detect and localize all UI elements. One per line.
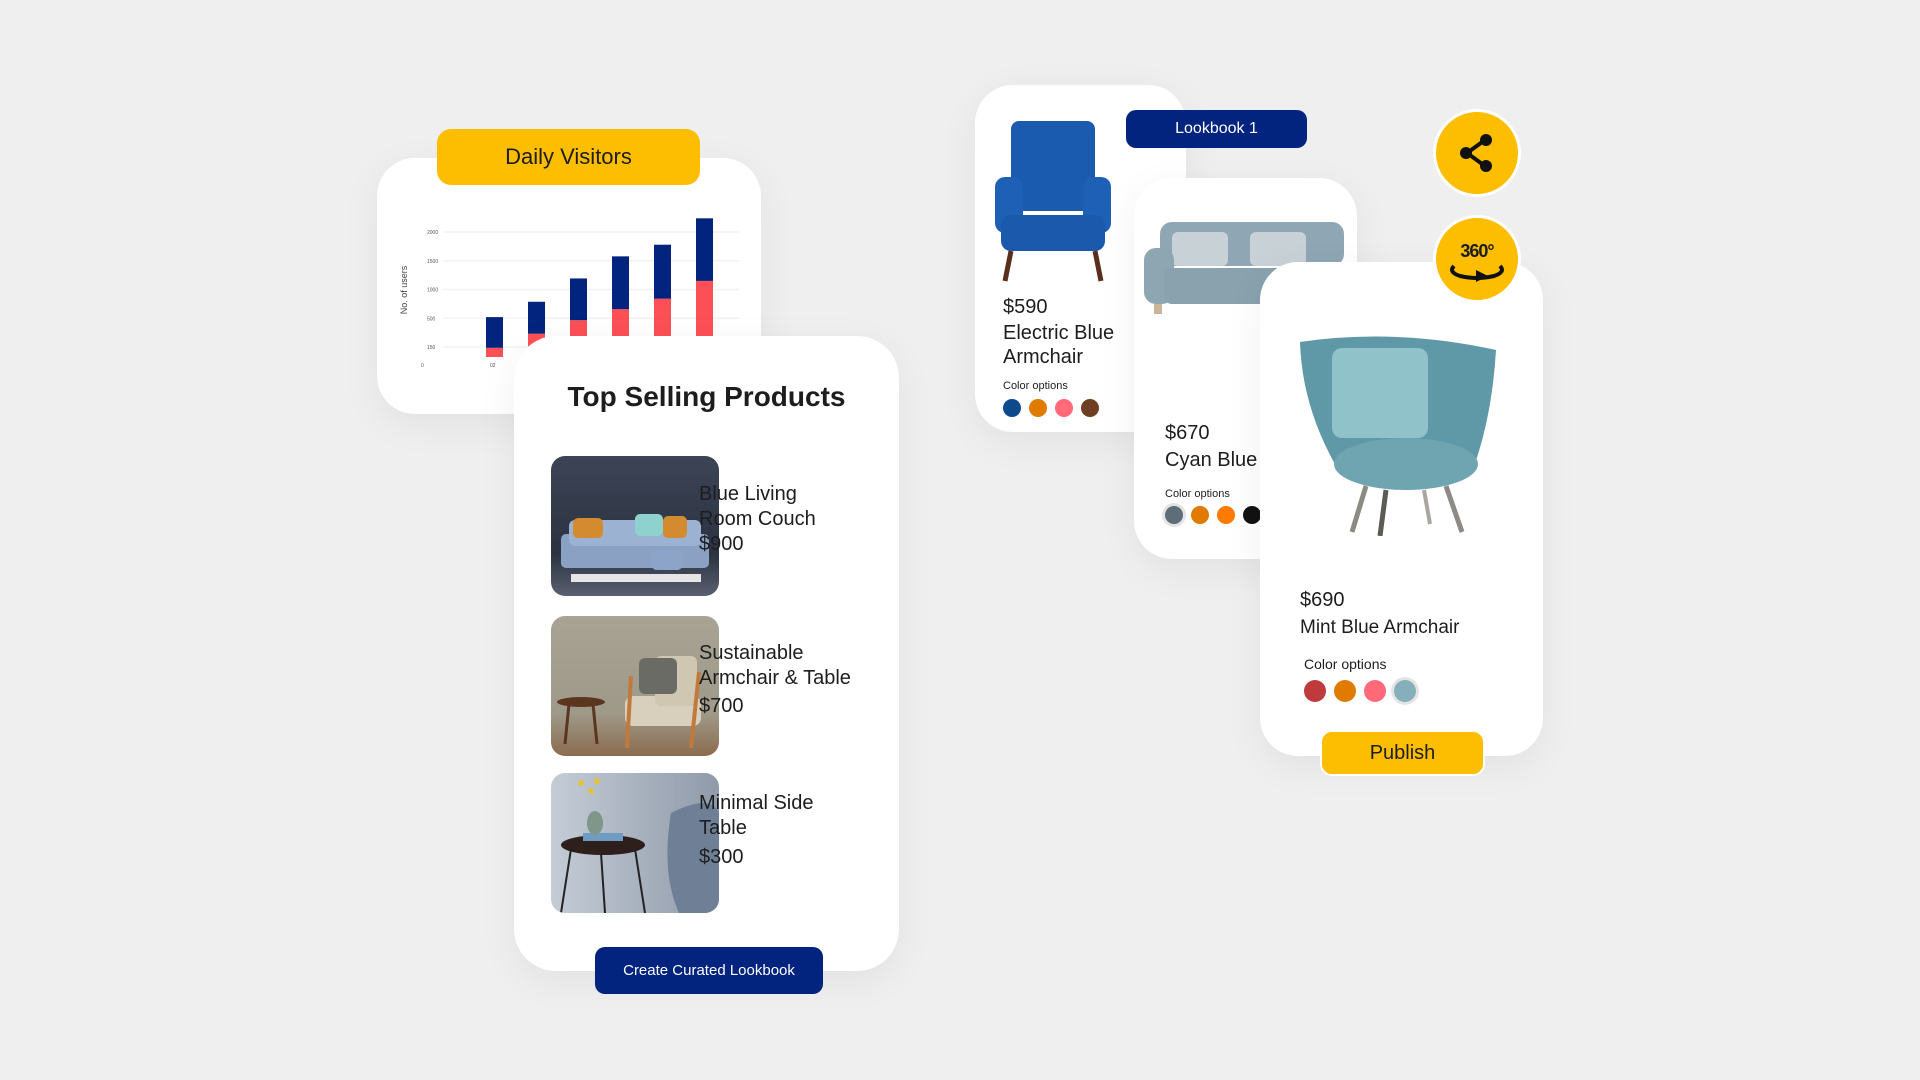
product-image-armchair[interactable] — [551, 616, 719, 756]
electric-blue-name: Electric Blue Armchair — [1003, 321, 1114, 369]
electric-blue-price: $590 — [1003, 296, 1048, 318]
lookbook-card-mint-armchair[interactable]: $690 Mint Blue Armchair Color options — [1260, 262, 1543, 756]
publish-button[interactable]: Publish — [1320, 730, 1485, 776]
color-swatch[interactable] — [1003, 399, 1021, 417]
electric-blue-color-label: Color options — [1003, 380, 1068, 392]
mint-armchair-color-label: Color options — [1304, 656, 1387, 672]
top-selling-card: Top Selling Products Blue Living Room Co… — [514, 336, 899, 971]
product-2[interactable]: Sustainable Armchair & Table $700 — [699, 641, 851, 719]
x-tick-label: 0 — [421, 363, 424, 369]
mint-armchair-swatches — [1304, 680, 1416, 702]
color-swatch[interactable] — [1055, 399, 1073, 417]
bar-upper-4 — [612, 256, 629, 310]
bar-upper-2 — [528, 301, 545, 334]
color-swatch[interactable] — [1165, 506, 1183, 524]
color-swatch[interactable] — [1081, 399, 1099, 417]
bar-upper-5 — [654, 244, 671, 299]
y-tick-label: 1500 — [427, 259, 438, 265]
couch-illustration — [561, 514, 709, 582]
share-icon — [1460, 134, 1492, 172]
cyan-sofa-price: $670 — [1165, 422, 1210, 444]
color-swatch[interactable] — [1334, 680, 1356, 702]
cyan-sofa-color-label: Color options — [1165, 488, 1230, 500]
360-view-icon — [1450, 264, 1504, 282]
product-3-name-1: Minimal Side — [699, 792, 814, 814]
x-tick-label: 02 — [490, 363, 496, 369]
product-2-name-1: Sustainable — [699, 642, 804, 664]
daily-visitors-title: Daily Visitors — [437, 129, 700, 185]
bar-lower-1 — [486, 347, 503, 357]
product-image-couch[interactable] — [551, 456, 719, 596]
y-tick-label: 150 — [427, 345, 436, 351]
mint-armchair-price: $690 — [1300, 589, 1345, 611]
bar-upper-6 — [696, 218, 713, 281]
product-image-side-table[interactable] — [551, 773, 719, 913]
bar-upper-1 — [486, 317, 503, 348]
product-3[interactable]: Minimal Side Table $300 — [699, 791, 813, 870]
product-2-name-2: Armchair & Table — [699, 667, 851, 689]
product-1[interactable]: Blue Living Room Couch $900 — [699, 482, 816, 557]
color-swatch[interactable] — [1191, 506, 1209, 524]
mint-armchair-image — [1300, 336, 1496, 536]
y-tick-label: 1000 — [427, 288, 438, 294]
create-lookbook-button[interactable]: Create Curated Lookbook — [595, 947, 823, 994]
product-1-name-1: Blue Living — [699, 483, 797, 505]
share-button[interactable] — [1433, 109, 1521, 197]
electric-blue-armchair-image — [995, 121, 1111, 282]
electric-blue-name-1: Electric Blue — [1003, 322, 1115, 344]
product-3-name-2: Table — [699, 817, 747, 839]
product-1-price: $900 — [699, 533, 744, 555]
electric-blue-name-2: Armchair — [1003, 346, 1084, 368]
armchair-illustration — [557, 656, 701, 749]
color-swatch[interactable] — [1243, 506, 1261, 524]
view-360-button[interactable]: 360° — [1433, 215, 1521, 303]
y-tick-label: 2000 — [427, 230, 438, 236]
side-table-illustration — [560, 778, 719, 913]
mint-armchair-name: Mint Blue Armchair — [1300, 617, 1460, 638]
top-selling-title: Top Selling Products — [567, 381, 846, 412]
color-swatch[interactable] — [1217, 506, 1235, 524]
color-swatch[interactable] — [1364, 680, 1386, 702]
color-swatch[interactable] — [1394, 680, 1416, 702]
y-axis-label: No. of users — [399, 265, 409, 314]
color-swatch[interactable] — [1304, 680, 1326, 702]
cyan-sofa-swatches — [1165, 506, 1261, 524]
product-1-name-2: Room Couch — [699, 508, 816, 530]
product-2-price: $700 — [699, 695, 744, 717]
product-3-price: $300 — [699, 846, 744, 868]
bar-upper-3 — [570, 278, 587, 321]
electric-blue-swatches — [1003, 399, 1099, 417]
color-swatch[interactable] — [1029, 399, 1047, 417]
360-view-label: 360° — [1460, 241, 1494, 261]
lookbook-label[interactable]: Lookbook 1 — [1126, 110, 1307, 148]
y-tick-label: 500 — [427, 316, 436, 322]
